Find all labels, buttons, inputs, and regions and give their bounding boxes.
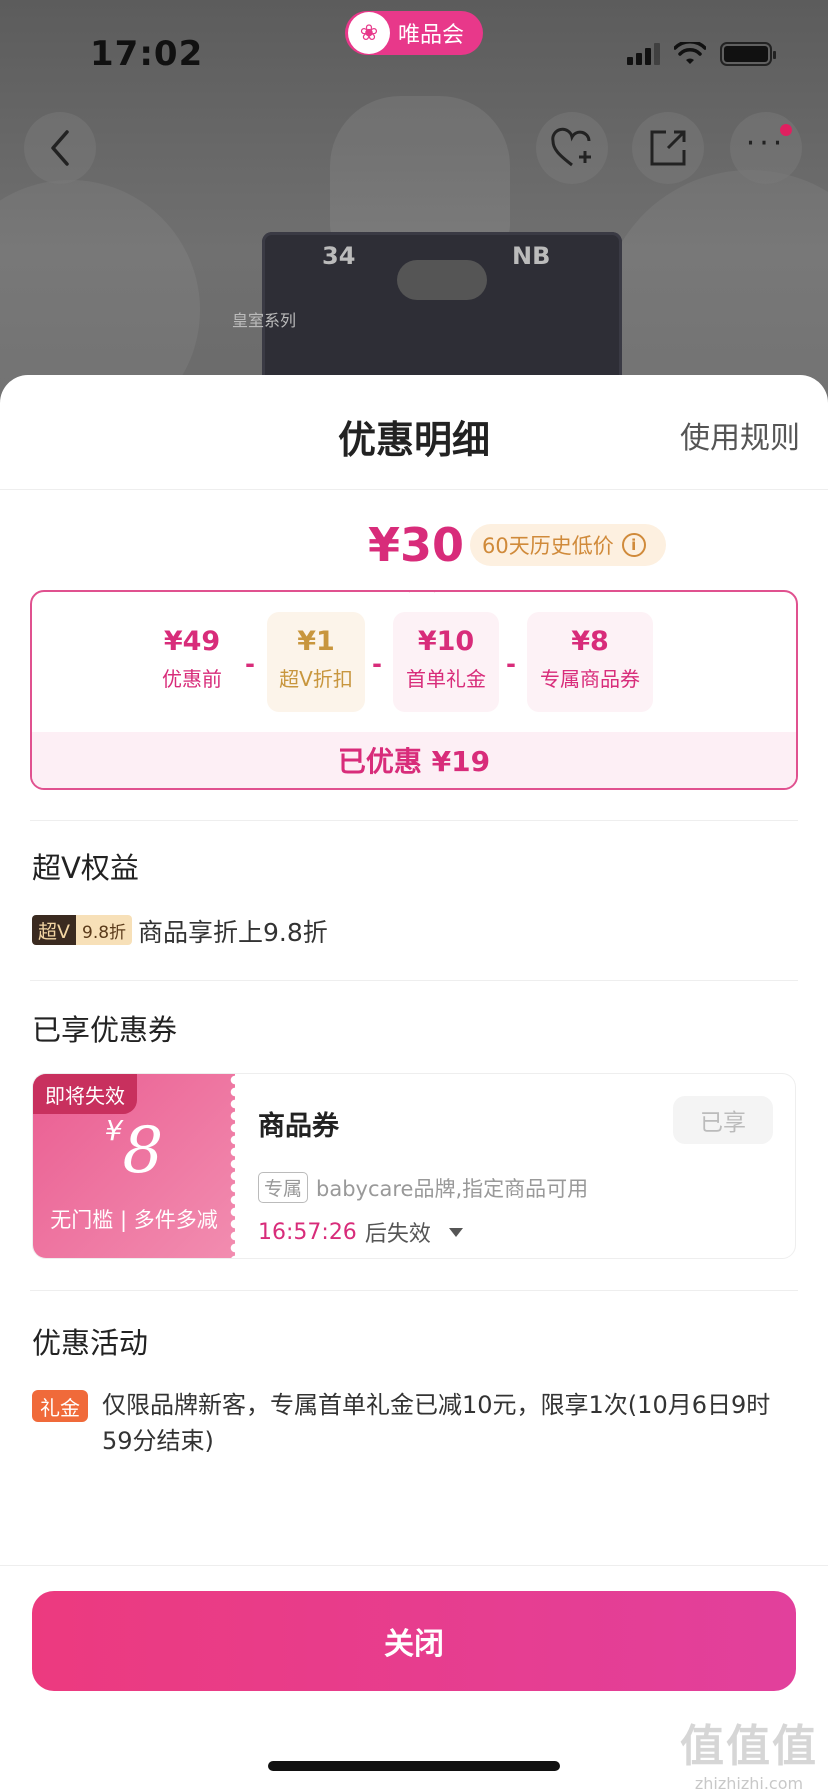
heart-plus-icon (551, 127, 591, 167)
coupon-card[interactable]: 即将失效 ¥8 无门槛 | 多件多减 商品券 已享 专属 babycare品牌,… (32, 1073, 796, 1259)
cellular-signal-icon (627, 43, 660, 65)
section-divider (30, 980, 798, 981)
breakdown-value: ¥1 (297, 626, 335, 657)
svip-description: 商品享折上9.8折 (138, 918, 328, 947)
breakdown-label: 超V折扣 (279, 667, 353, 691)
svip-section-title: 超V权益 (32, 851, 139, 885)
product-bottle-image (330, 96, 510, 246)
price-breakdown: ¥49 优惠前 - ¥1 超V折扣 - ¥10 首单礼金 - ¥8 专属商品券 … (30, 590, 798, 790)
coupon-amount: ¥8 (33, 1114, 235, 1188)
breakdown-value: ¥49 (163, 626, 221, 657)
coupon-condition: 无门槛 | 多件多减 (50, 1208, 218, 1232)
coupon-currency: ¥ (104, 1114, 123, 1147)
activity-description: 仅限品牌新客，专属首单礼金已减10元，限享1次(10月6日9时59分结束) (102, 1391, 771, 1455)
product-size-label: NB (512, 242, 551, 270)
minus-sign: - (245, 650, 255, 678)
coupon-expiry[interactable]: 16:57:26 后失效 (258, 1216, 463, 1248)
coupon-desc-text: babycare品牌,指定商品可用 (316, 1176, 589, 1201)
coupon-status-button[interactable]: 已享 (673, 1096, 773, 1144)
activity-section-title: 优惠活动 (32, 1326, 149, 1360)
share-icon (650, 130, 686, 166)
discount-detail-sheet: 优惠明细 使用规则 ¥30 60天历史低价 i ¥49 优惠前 - ¥1 超V折… (0, 375, 828, 1792)
close-button[interactable]: 关闭 (32, 1591, 796, 1691)
status-icons (627, 42, 776, 66)
battery-icon (720, 42, 776, 66)
back-button[interactable] (24, 112, 96, 184)
app-indicator-pill[interactable]: ❀ 唯品会 (345, 11, 483, 55)
coupon-name: 商品券 (258, 1111, 339, 1142)
section-divider (30, 1290, 798, 1291)
status-bar: 17:02 ❀ 唯品会 (0, 0, 828, 100)
breakdown-label: 专属商品券 (540, 667, 640, 691)
share-button[interactable] (632, 112, 704, 184)
svip-badge-label: 超V (32, 915, 76, 945)
product-count-label: 34 (322, 242, 356, 270)
watermark-url: zhizhizhi.com (694, 1774, 804, 1792)
breakdown-label: 首单礼金 (406, 667, 486, 691)
chevron-down-icon (448, 1227, 463, 1237)
breakdown-item-original: ¥49 优惠前 (144, 612, 240, 712)
breakdown-item-svip: ¥1 超V折扣 (267, 612, 365, 712)
history-low-badge[interactable]: 60天历史低价 i (470, 524, 666, 566)
watermark-logo: 值值值 (680, 1721, 818, 1772)
breakdown-value: ¥10 (417, 626, 475, 657)
coupons-section-title: 已享优惠券 (32, 1013, 178, 1047)
app-logo-icon: ❀ (348, 12, 390, 54)
coupon-countdown: 16:57:26 (258, 1219, 357, 1245)
breakdown-item-coupon: ¥8 专属商品券 (527, 612, 653, 712)
breakdown-value: ¥8 (571, 626, 609, 657)
exclusive-tag: 专属 (258, 1172, 309, 1203)
svip-badge-discount: 9.8折 (76, 915, 133, 945)
product-series-label: 皇室系列 (232, 311, 297, 330)
coupon-amount-value: 8 (122, 1114, 164, 1188)
favorite-button[interactable] (536, 112, 608, 184)
home-indicator[interactable] (268, 1761, 560, 1771)
footer-divider (0, 1565, 828, 1566)
watermark: 值值值 zhizhizhi.com (680, 1710, 818, 1792)
final-price: ¥30 (368, 518, 465, 572)
wifi-icon (674, 42, 706, 64)
minus-sign: - (506, 650, 516, 678)
breakdown-label: 优惠前 (162, 667, 222, 691)
price-row: ¥30 60天历史低价 i (0, 518, 828, 578)
section-divider (30, 820, 798, 821)
minus-sign: - (372, 650, 382, 678)
gift-tag: 礼金 (32, 1390, 88, 1422)
coupon-expire-suffix: 后失效 (364, 1222, 431, 1247)
breakdown-item-gift: ¥10 首单礼金 (393, 612, 499, 712)
more-button[interactable]: ··· (730, 112, 802, 184)
total-saved: 已优惠 ¥19 (32, 732, 796, 788)
expiring-badge: 即将失效 (33, 1074, 137, 1114)
history-low-label: 60天历史低价 (482, 534, 614, 558)
usage-rules-link[interactable]: 使用规则 (680, 413, 800, 457)
chevron-left-icon (51, 130, 69, 166)
app-name: 唯品会 (398, 23, 465, 48)
svip-badge: 超V 9.8折 (32, 915, 133, 945)
status-time: 17:02 (90, 34, 204, 74)
sheet-header: 优惠明细 使用规则 (0, 375, 828, 490)
coupon-description: 专属 babycare品牌,指定商品可用 (258, 1172, 588, 1203)
notification-dot (780, 124, 792, 136)
coupon-value-panel: 即将失效 ¥8 无门槛 | 多件多减 (33, 1074, 241, 1258)
info-icon: i (621, 533, 646, 557)
